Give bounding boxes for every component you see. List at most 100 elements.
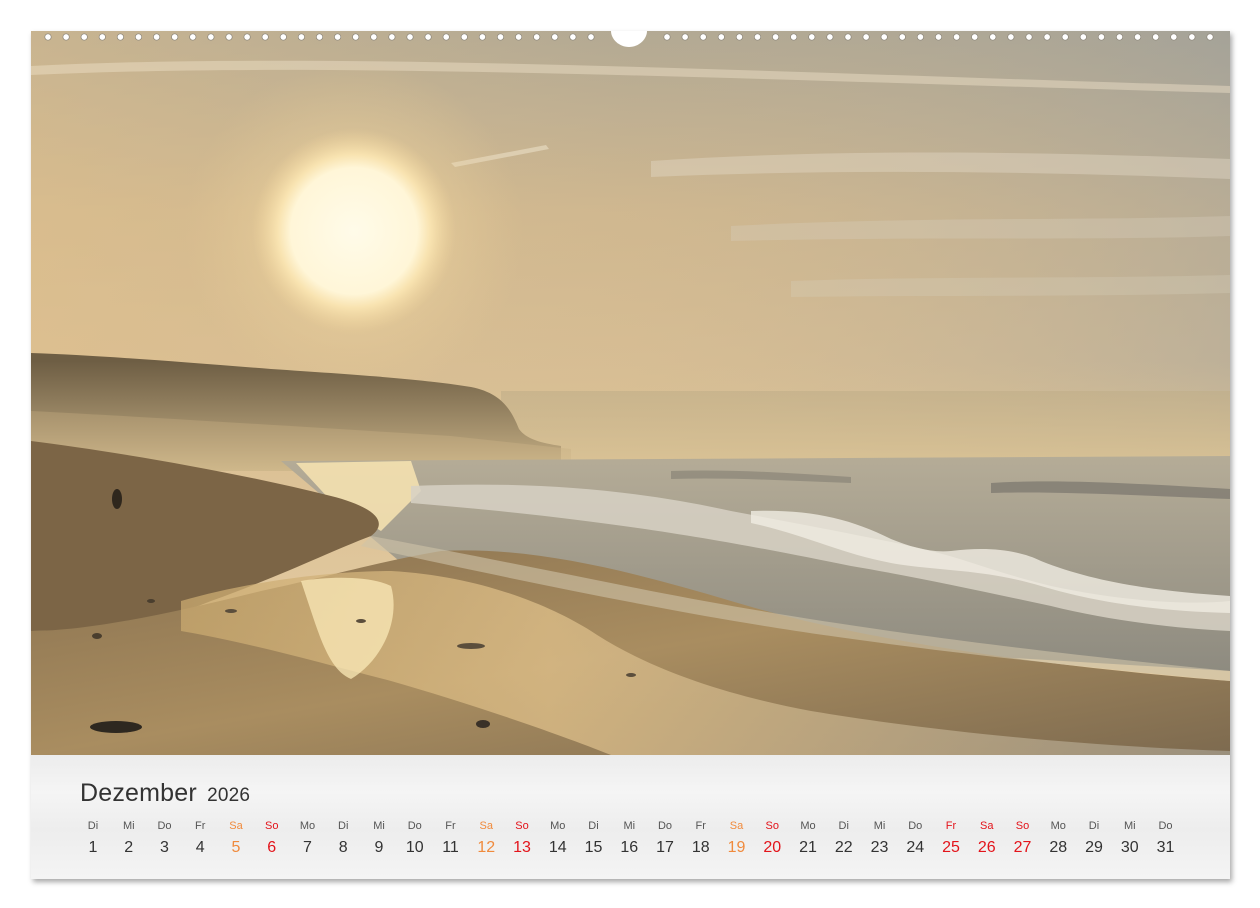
weekday-label: Mi [1123,820,1136,832]
binding-hole [334,33,342,41]
month-title: Dezember 2026 [80,779,250,808]
binding-hole [442,33,450,41]
day-cell: Fr 4 [182,817,218,861]
sunset-beach-photo [31,31,1230,755]
binding-hole [681,33,689,41]
day-number: 19 [727,839,746,856]
binding-hole [279,33,287,41]
day-number: 6 [267,839,277,856]
binding-hole [569,33,577,41]
binding-hole [971,33,979,41]
binding-hole [663,33,671,41]
binding-hole [934,33,943,41]
binding-hole [207,33,215,41]
binding-hole [1079,33,1087,41]
day-number: 21 [799,839,817,856]
weekday-label: Di [1088,820,1100,832]
binding-hole [1097,33,1105,41]
calendar-grid-area: Dezember 2026 Di 1 Mi 2 Do 3 Fr 4 Sa 5 So 6 Mo 7 Di 8 Mi… [31,755,1230,879]
weekday-label: So [765,820,779,832]
day-number: 18 [691,839,710,856]
binding-hole [989,33,997,41]
binding-hole [62,33,70,41]
binding-hole [496,33,505,41]
binding-hole [116,33,124,41]
binding-hole [1043,33,1051,41]
day-cell: Sa 26 [969,817,1005,861]
day-number: 2 [124,839,134,856]
day-cell: Mo 14 [540,817,576,861]
binding-hole [460,33,468,41]
binding-hole [1115,33,1124,41]
day-cell: Mi 16 [611,817,647,861]
day-number: 4 [195,839,205,856]
day-number: 13 [513,839,531,856]
binding-hole [261,33,269,41]
day-cell: So 13 [504,817,540,861]
day-number: 5 [231,839,241,856]
weekday-label: Mo [800,820,816,832]
binding-hole [1152,33,1160,41]
binding-hole [44,33,52,41]
day-cell: Di 29 [1076,817,1112,861]
binding-hole [587,33,595,41]
binding-hole [406,33,414,41]
weekday-label: Fr [695,820,706,832]
day-cell: Mi 23 [862,817,898,861]
day-cell: Di 1 [75,817,111,861]
binding-hole [953,33,961,41]
weekday-label: Mi [623,820,636,832]
day-cell: So 20 [754,817,790,861]
spiral-binding [31,31,1230,47]
weekday-label: Fr [945,820,957,832]
day-number: 1 [88,839,98,856]
day-number: 15 [584,839,603,856]
binding-hole [388,33,396,41]
binding-hole [370,33,378,41]
day-number: 14 [548,839,567,856]
day-number: 9 [374,839,384,856]
day-number: 16 [620,839,639,856]
weekday-label: Sa [479,820,493,832]
weekday-label: So [1015,820,1030,832]
day-cell: Fr 11 [433,817,469,861]
binding-hole [98,33,106,41]
binding-hole [171,33,179,41]
day-cell: Mi 9 [361,817,397,861]
binding-hole [1007,33,1015,41]
day-cell: Di 15 [576,817,612,861]
weekday-label: So [265,820,279,832]
binding-hole [153,33,161,41]
binding-hole [753,33,762,41]
calendar-page: Dezember 2026 Di 1 Mi 2 Do 3 Fr 4 Sa 5 So 6 Mo 7 Di 8 Mi… [31,31,1230,879]
day-cell: Do 31 [1148,817,1184,861]
day-cell: Mi 2 [111,817,147,861]
day-cell: Mo 7 [290,817,326,861]
day-cell: Di 22 [826,817,862,861]
binding-hole [826,33,834,41]
day-number: 12 [477,839,496,856]
binding-hole [533,33,541,41]
day-cell: Fr 25 [933,817,969,861]
weekday-label: So [515,820,529,832]
weekday-label: Di [87,820,99,832]
binding-hole [1188,33,1196,41]
day-number: 23 [870,839,889,856]
binding-hole [352,33,360,41]
day-number: 31 [1156,839,1175,856]
weekday-label: Di [588,820,599,832]
weekday-label: Fr [195,820,206,832]
day-number: 28 [1049,839,1068,856]
weekday-label: Mi [122,820,135,832]
day-cell: So 6 [254,817,290,861]
weekday-label: Mo [299,820,316,832]
binding-hole [916,33,924,41]
binding-hole [862,33,870,41]
day-cell: Mi 30 [1112,817,1148,861]
day-cell: Fr 18 [683,817,719,861]
weekday-label: Mi [373,820,385,832]
weekday-label: Mo [550,820,566,832]
binding-hole [772,33,780,41]
day-number: 30 [1120,839,1139,856]
weekday-label: Do [157,820,172,832]
